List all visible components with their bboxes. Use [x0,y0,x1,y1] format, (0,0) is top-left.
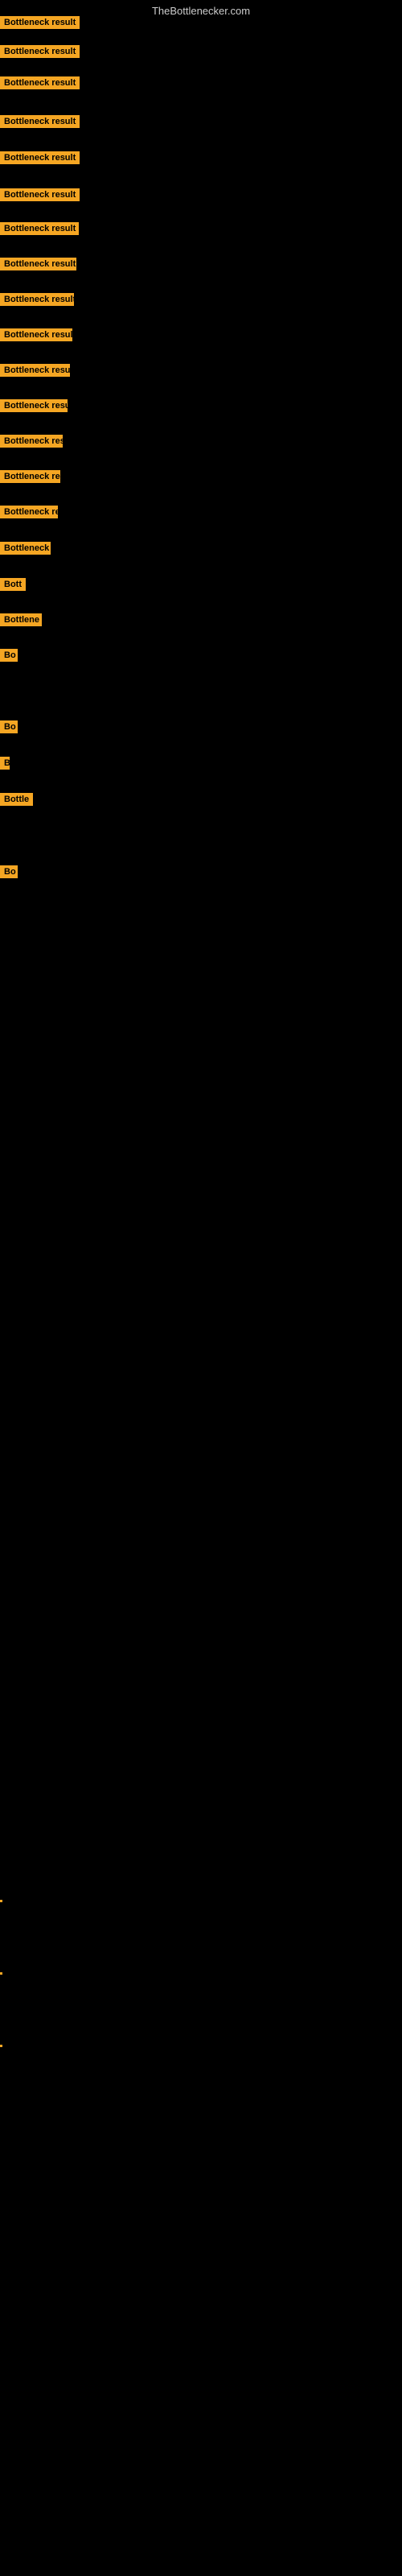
bottleneck-result-label: Bottleneck result [0,222,79,235]
bottleneck-result-label: Bott [0,578,26,591]
bottleneck-result-label: Bo [0,720,18,733]
chart-bar [0,1972,2,1975]
bottleneck-result-label: Bottleneck result [0,293,74,306]
bottleneck-result-label: Bottleneck res [0,470,60,483]
bottleneck-result-label: Bottleneck result [0,364,70,377]
bottleneck-result-label: B [0,757,10,770]
bottleneck-result-label: Bo [0,649,18,662]
bottleneck-result-label: Bottleneck res [0,506,58,518]
bottleneck-result-label: Bottleneck res [0,435,63,448]
chart-bar [0,1900,2,1902]
bottleneck-result-label: Bottleneck result [0,258,76,270]
bottleneck-result-label: Bo [0,865,18,878]
bottleneck-result-label: Bottleneck result [0,399,68,412]
bottleneck-result-label: Bottleneck result [0,115,80,128]
bottleneck-result-label: Bottleneck result [0,16,80,29]
bottleneck-result-label: Bottleneck result [0,76,80,89]
bottleneck-result-label: Bottleneck result [0,188,80,201]
bottleneck-result-label: Bottleneck result [0,151,80,164]
bottleneck-result-label: Bottleneck result [0,45,80,58]
bottleneck-result-label: Bottlene [0,613,42,626]
bottleneck-result-label: Bottle [0,793,33,806]
chart-bar [0,2045,2,2047]
bottleneck-result-label: Bottleneck [0,542,51,555]
bottleneck-result-label: Bottleneck result [0,328,72,341]
